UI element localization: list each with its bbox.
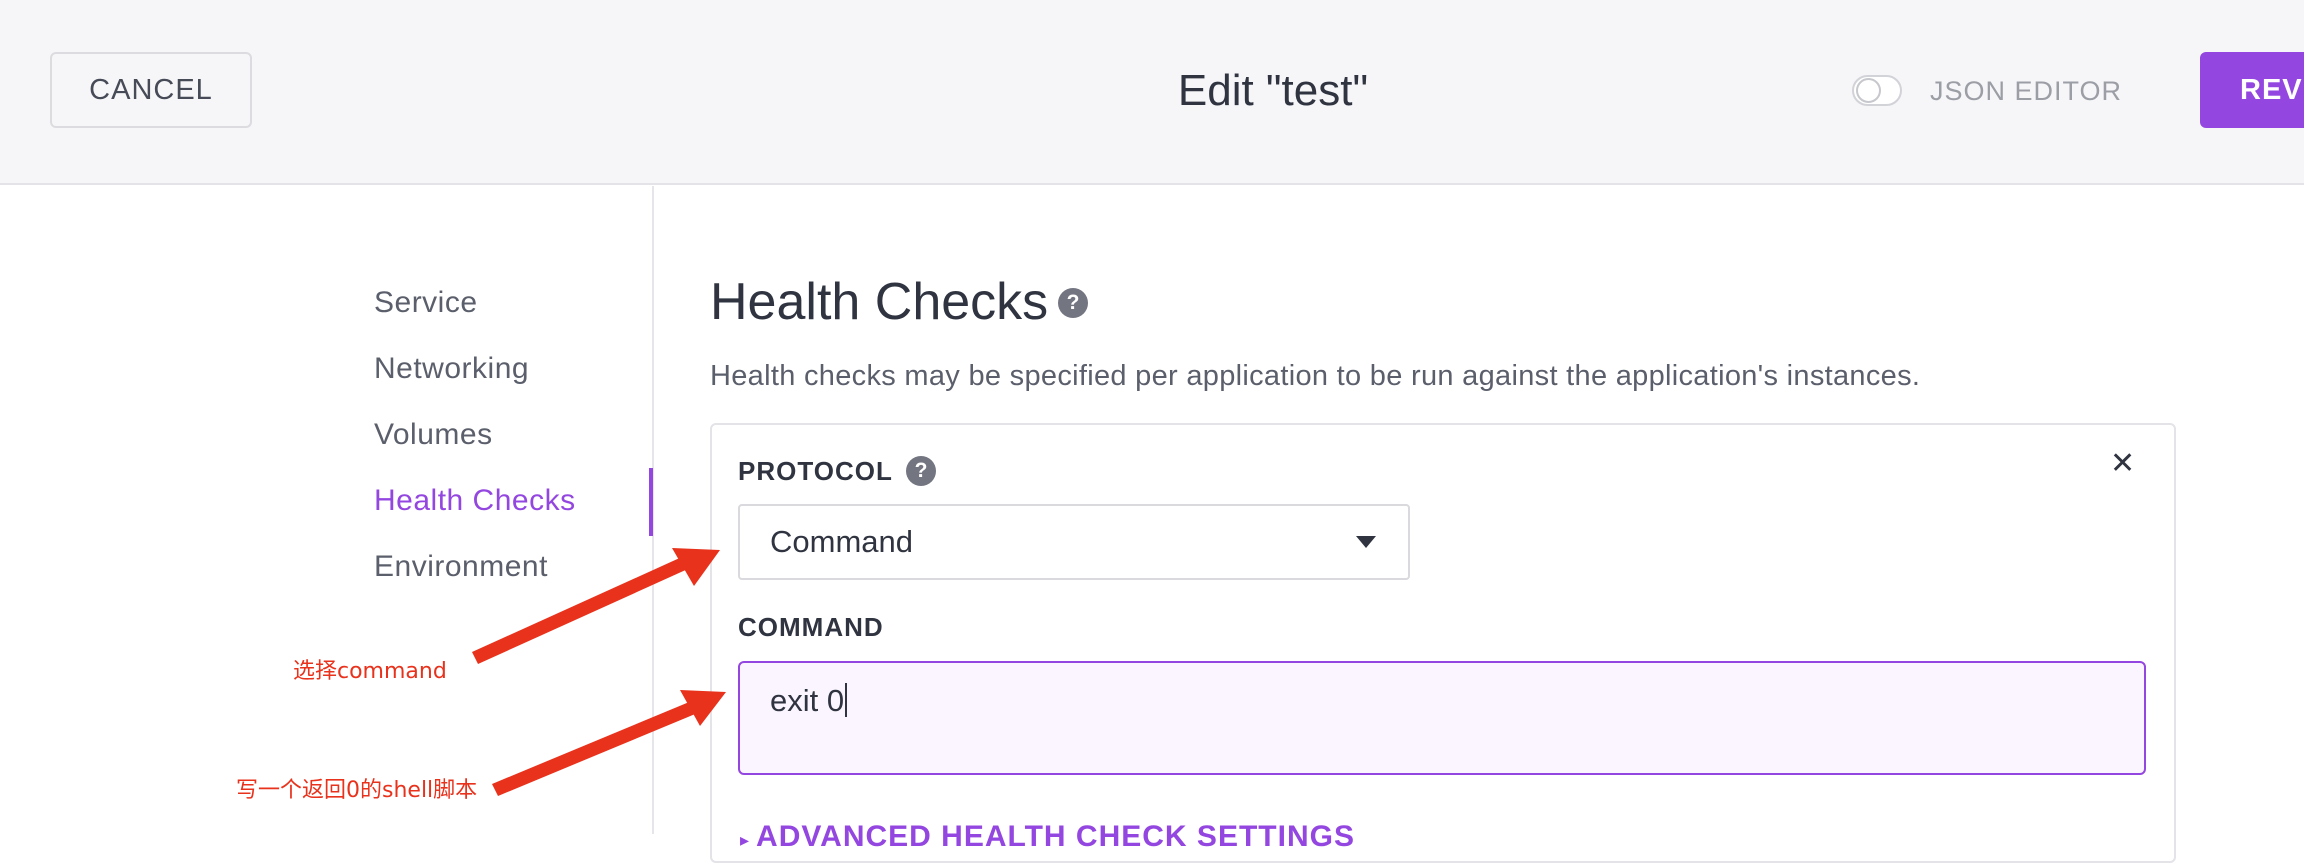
sidebar-item-networking[interactable]: Networking	[374, 352, 529, 386]
annotation-select-command: 选择command	[293, 659, 447, 684]
active-indicator	[649, 468, 653, 536]
json-editor-toggle[interactable]	[1852, 75, 1902, 106]
command-input-value: exit 0	[770, 683, 845, 718]
protocol-select-value: Command	[770, 524, 913, 559]
command-input[interactable]: exit 0	[738, 661, 2146, 775]
sidebar-item-service[interactable]: Service	[374, 286, 478, 320]
protocol-select[interactable]: Command	[738, 504, 1410, 580]
arrow-to-command	[492, 690, 726, 796]
command-label: COMMAND	[738, 612, 884, 642]
close-icon[interactable]: ✕	[2110, 446, 2135, 481]
json-editor-label[interactable]: JSON EDITOR	[1930, 76, 2122, 107]
review-button[interactable]: REVIEW	[2200, 52, 2304, 128]
health-check-card	[710, 423, 2176, 863]
help-icon[interactable]: ?	[1058, 288, 1088, 318]
toggle-knob	[1856, 78, 1881, 103]
section-title: Health Checks	[710, 273, 1049, 331]
sidebar-item-health-checks[interactable]: Health Checks	[374, 484, 576, 518]
section-description: Health checks may be specified per appli…	[710, 360, 1921, 392]
sidebar-item-environment[interactable]: Environment	[374, 550, 548, 584]
advanced-settings-link[interactable]: ▸ ADVANCED HEALTH CHECK SETTINGS	[740, 820, 1355, 854]
chevron-down-icon	[1356, 536, 1376, 548]
sidebar-item-volumes[interactable]: Volumes	[374, 418, 493, 452]
expand-icon: ▸	[740, 830, 757, 850]
modal-header: CANCEL Edit "test" JSON EDITOR REVIEW	[0, 0, 2304, 185]
annotation-write-script: 写一个返回0的shell脚本	[236, 778, 478, 803]
protocol-help-icon[interactable]: ?	[906, 456, 936, 486]
protocol-label: PROTOCOL	[738, 456, 893, 486]
advanced-settings-label: ADVANCED HEALTH CHECK SETTINGS	[756, 820, 1355, 853]
text-cursor	[845, 683, 848, 717]
